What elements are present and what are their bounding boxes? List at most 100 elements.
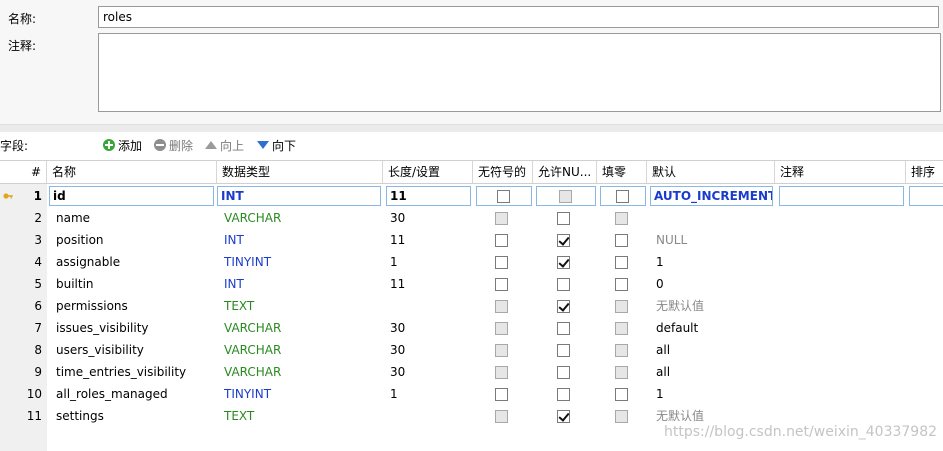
nullable-checkbox[interactable] bbox=[557, 212, 570, 225]
field-type-cell[interactable]: VARCHAR bbox=[217, 361, 381, 383]
field-sort-editor[interactable] bbox=[909, 186, 943, 206]
column-header-sort[interactable]: 排序 bbox=[906, 161, 943, 183]
column-header-num[interactable]: # bbox=[0, 161, 47, 183]
zerofill-checkbox[interactable] bbox=[615, 388, 628, 401]
field-length-editor[interactable]: 11 bbox=[386, 186, 471, 206]
column-header-name[interactable]: 名称 bbox=[47, 161, 217, 183]
move-up-button[interactable]: 向上 bbox=[205, 136, 244, 154]
zerofill-checkbox[interactable] bbox=[615, 256, 628, 269]
nullable-checkbox[interactable] bbox=[557, 410, 570, 423]
nullable-checkbox[interactable] bbox=[557, 344, 570, 357]
unsigned-checkbox[interactable] bbox=[495, 212, 508, 225]
field-default-cell[interactable]: 无默认值 bbox=[649, 295, 773, 317]
nullable-checkbox[interactable] bbox=[557, 366, 570, 379]
column-header-nullable[interactable]: 允许NU... bbox=[533, 161, 597, 183]
field-type-cell[interactable]: VARCHAR bbox=[217, 207, 381, 229]
field-comment-editor[interactable] bbox=[779, 186, 904, 206]
field-length-cell[interactable]: 1 bbox=[383, 251, 471, 273]
unsigned-checkbox[interactable] bbox=[497, 190, 510, 203]
field-default-cell[interactable]: 0 bbox=[649, 273, 773, 295]
unsigned-checkbox[interactable] bbox=[495, 410, 508, 423]
field-length-cell[interactable]: 11 bbox=[383, 273, 471, 295]
table-row[interactable]: 6 permissions TEXT 无默认值 bbox=[0, 295, 943, 317]
field-default-cell[interactable]: all bbox=[649, 339, 773, 361]
table-row[interactable]: 3 position INT 11 NULL bbox=[0, 229, 943, 251]
nullable-editor-cell[interactable] bbox=[536, 186, 596, 206]
table-name-input[interactable] bbox=[98, 6, 939, 28]
zerofill-checkbox[interactable] bbox=[615, 322, 628, 335]
field-name-cell[interactable]: settings bbox=[49, 405, 215, 427]
zerofill-checkbox[interactable] bbox=[615, 212, 628, 225]
field-length-cell[interactable]: 30 bbox=[383, 361, 471, 383]
unsigned-checkbox[interactable] bbox=[495, 366, 508, 379]
table-row[interactable]: 5 builtin INT 11 0 bbox=[0, 273, 943, 295]
field-default-cell[interactable]: NULL bbox=[649, 229, 773, 251]
field-default-cell[interactable]: default bbox=[649, 317, 773, 339]
delete-field-button[interactable]: 删除 bbox=[154, 136, 193, 154]
nullable-checkbox[interactable] bbox=[557, 300, 570, 313]
field-length-cell[interactable] bbox=[383, 295, 471, 317]
zerofill-editor-cell[interactable] bbox=[600, 186, 646, 206]
field-type-cell[interactable]: TINYINT bbox=[217, 251, 381, 273]
field-default-cell[interactable]: 1 bbox=[649, 251, 773, 273]
unsigned-checkbox[interactable] bbox=[495, 344, 508, 357]
unsigned-checkbox[interactable] bbox=[495, 388, 508, 401]
field-type-cell[interactable]: TEXT bbox=[217, 295, 381, 317]
field-name-cell[interactable]: builtin bbox=[49, 273, 215, 295]
zerofill-checkbox[interactable] bbox=[615, 366, 628, 379]
field-name-cell[interactable]: assignable bbox=[49, 251, 215, 273]
field-name-cell[interactable]: all_roles_managed bbox=[49, 383, 215, 405]
field-default-cell[interactable] bbox=[649, 207, 773, 229]
add-field-button[interactable]: 添加 bbox=[103, 136, 142, 154]
field-type-cell[interactable]: TINYINT bbox=[217, 383, 381, 405]
zerofill-checkbox[interactable] bbox=[615, 234, 628, 247]
nullable-checkbox[interactable] bbox=[557, 256, 570, 269]
field-type-cell[interactable]: INT bbox=[217, 273, 381, 295]
column-header-default[interactable]: 默认 bbox=[647, 161, 775, 183]
field-default-editor[interactable]: AUTO_INCREMENT bbox=[650, 186, 773, 206]
zerofill-checkbox[interactable] bbox=[615, 344, 628, 357]
nullable-checkbox[interactable] bbox=[559, 190, 572, 203]
field-name-cell[interactable]: users_visibility bbox=[49, 339, 215, 361]
table-row[interactable]: 7 issues_visibility VARCHAR 30 default bbox=[0, 317, 943, 339]
field-name-cell[interactable]: position bbox=[49, 229, 215, 251]
table-row[interactable]: 8 users_visibility VARCHAR 30 all bbox=[0, 339, 943, 361]
field-length-cell[interactable]: 30 bbox=[383, 339, 471, 361]
unsigned-checkbox[interactable] bbox=[495, 256, 508, 269]
zerofill-checkbox[interactable] bbox=[615, 278, 628, 291]
column-header-length[interactable]: 长度/设置 bbox=[383, 161, 473, 183]
table-comment-input[interactable] bbox=[98, 33, 941, 112]
nullable-checkbox[interactable] bbox=[557, 278, 570, 291]
table-row[interactable]: 10 all_roles_managed TINYINT 1 1 bbox=[0, 383, 943, 405]
table-row[interactable]: 9 time_entries_visibility VARCHAR 30 all bbox=[0, 361, 943, 383]
nullable-checkbox[interactable] bbox=[557, 388, 570, 401]
field-type-editor[interactable]: INT bbox=[217, 186, 381, 206]
nullable-checkbox[interactable] bbox=[557, 234, 570, 247]
zerofill-checkbox[interactable] bbox=[616, 190, 629, 203]
field-length-cell[interactable]: 1 bbox=[383, 383, 471, 405]
column-header-unsigned[interactable]: 无符号的 bbox=[473, 161, 533, 183]
field-name-cell[interactable]: permissions bbox=[49, 295, 215, 317]
field-name-editor[interactable]: id bbox=[49, 186, 214, 206]
field-name-cell[interactable]: name bbox=[49, 207, 215, 229]
field-length-cell[interactable] bbox=[383, 405, 471, 427]
field-type-cell[interactable]: TEXT bbox=[217, 405, 381, 427]
unsigned-checkbox[interactable] bbox=[495, 278, 508, 291]
unsigned-checkbox[interactable] bbox=[495, 234, 508, 247]
move-down-button[interactable]: 向下 bbox=[257, 136, 296, 154]
field-type-cell[interactable]: VARCHAR bbox=[217, 339, 381, 361]
field-type-cell[interactable]: VARCHAR bbox=[217, 317, 381, 339]
table-row[interactable]: 2 name VARCHAR 30 bbox=[0, 207, 943, 229]
zerofill-checkbox[interactable] bbox=[615, 300, 628, 313]
field-default-cell[interactable]: all bbox=[649, 361, 773, 383]
field-name-cell[interactable]: issues_visibility bbox=[49, 317, 215, 339]
unsigned-checkbox[interactable] bbox=[495, 300, 508, 313]
field-length-cell[interactable]: 11 bbox=[383, 229, 471, 251]
table-row[interactable]: 1 id INT 11 AUTO_INCREMENT bbox=[0, 185, 943, 207]
field-type-cell[interactable]: INT bbox=[217, 229, 381, 251]
zerofill-checkbox[interactable] bbox=[615, 410, 628, 423]
field-length-cell[interactable]: 30 bbox=[383, 317, 471, 339]
nullable-checkbox[interactable] bbox=[557, 322, 570, 335]
field-name-cell[interactable]: time_entries_visibility bbox=[49, 361, 215, 383]
unsigned-editor-cell[interactable] bbox=[476, 186, 532, 206]
